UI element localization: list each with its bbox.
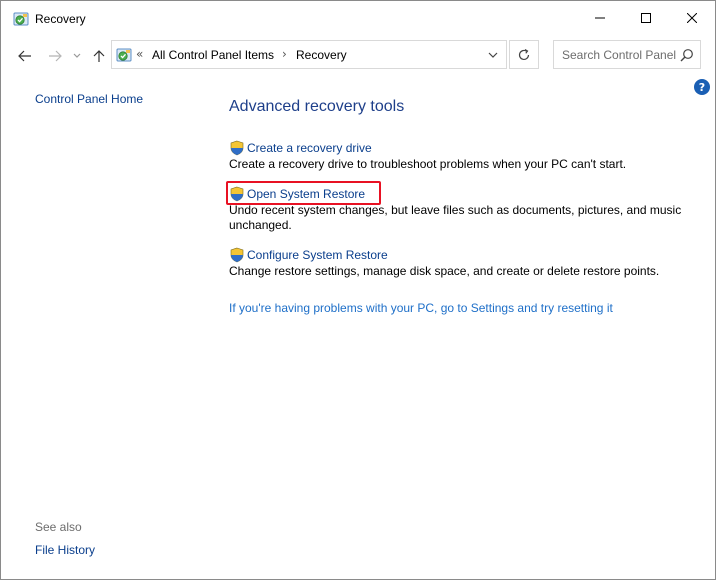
minimize-icon [595, 17, 605, 19]
open-system-restore-link[interactable]: Open System Restore [229, 186, 689, 202]
back-button[interactable] [14, 45, 36, 67]
task-description: Change restore settings, manage disk spa… [229, 264, 660, 278]
task-configure-system-restore: Configure System Restore Change restore … [229, 247, 689, 279]
breadcrumb-separator-icon[interactable]: › [282, 47, 287, 61]
search-box[interactable] [553, 40, 701, 69]
breadcrumb-recovery[interactable]: Recovery [296, 48, 347, 62]
maximize-icon [641, 13, 651, 23]
forward-arrow-icon [49, 50, 62, 62]
breadcrumb-all-control-panel-items[interactable]: All Control Panel Items [152, 48, 274, 62]
uac-shield-icon [230, 247, 244, 263]
task-description: Undo recent system changes, but leave fi… [229, 203, 682, 232]
forward-button[interactable] [44, 45, 66, 67]
up-arrow-icon [93, 50, 105, 62]
reset-pc-settings-link[interactable]: If you're having problems with your PC, … [229, 301, 613, 315]
task-link-label[interactable]: Open System Restore [247, 187, 365, 201]
chevron-down-icon [73, 53, 81, 58]
refresh-icon [518, 48, 530, 60]
recovery-window: Recovery « All Control Panel Items › Rec… [0, 0, 716, 580]
search-input[interactable] [554, 41, 678, 68]
configure-system-restore-link[interactable]: Configure System Restore [229, 247, 689, 263]
recent-locations-button[interactable] [70, 45, 84, 67]
task-description: Create a recovery drive to troubleshoot … [229, 157, 627, 171]
close-button[interactable] [669, 1, 715, 35]
task-link-label[interactable]: Create a recovery drive [247, 141, 372, 155]
see-also-label: See also [35, 520, 82, 534]
back-arrow-icon [18, 50, 31, 62]
up-button[interactable] [88, 45, 110, 67]
task-create-recovery-drive: Create a recovery drive Create a recover… [229, 140, 689, 172]
help-icon[interactable]: ? [694, 79, 710, 95]
file-history-link[interactable]: File History [35, 543, 95, 557]
page-heading: Advanced recovery tools [229, 98, 405, 115]
address-bar[interactable]: « All Control Panel Items › Recovery [111, 40, 507, 69]
chevron-down-icon [488, 52, 498, 58]
close-icon [687, 13, 697, 23]
window-title: Recovery [35, 12, 86, 26]
uac-shield-icon [230, 186, 244, 202]
refresh-button[interactable] [509, 40, 539, 69]
control-panel-icon [116, 48, 132, 62]
control-panel-home-link[interactable]: Control Panel Home [35, 92, 143, 106]
maximize-button[interactable] [623, 1, 669, 35]
title-bar: Recovery [1, 1, 715, 37]
task-open-system-restore: Open System Restore Undo recent system c… [229, 186, 689, 233]
address-dropdown-button[interactable] [480, 41, 506, 68]
recovery-control-panel-icon [13, 12, 29, 26]
create-recovery-drive-link[interactable]: Create a recovery drive [229, 140, 689, 156]
search-icon[interactable] [680, 48, 694, 62]
breadcrumb-overflow-chevron[interactable]: « [136, 47, 143, 61]
uac-shield-icon [230, 140, 244, 156]
navigation-bar: « All Control Panel Items › Recovery [1, 37, 715, 73]
task-link-label[interactable]: Configure System Restore [247, 248, 388, 262]
minimize-button[interactable] [577, 1, 623, 35]
